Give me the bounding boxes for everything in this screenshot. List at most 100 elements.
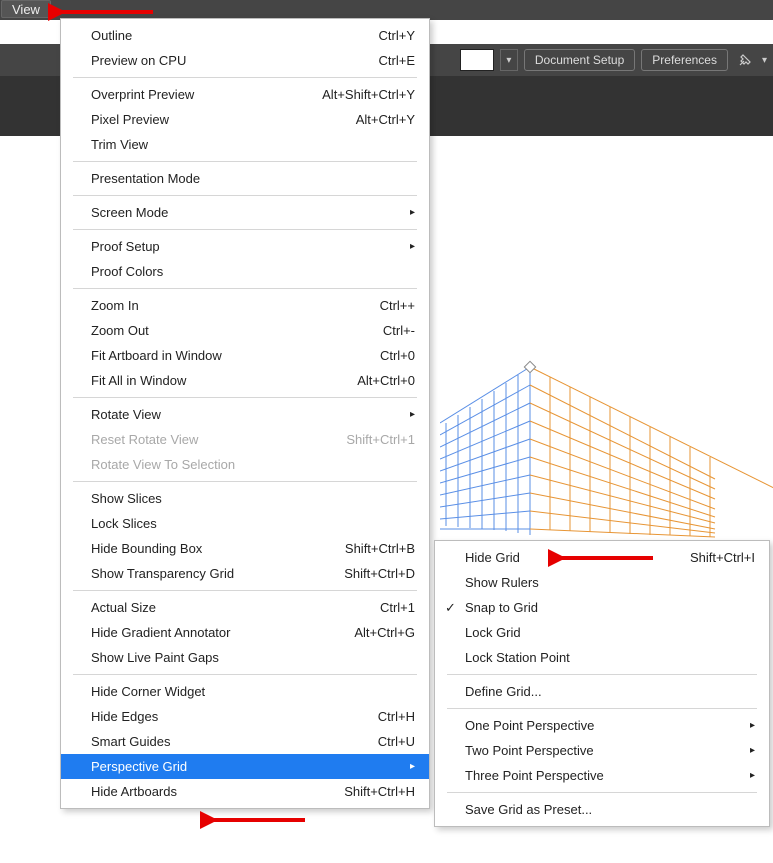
menu-item-label: Show Rulers — [465, 575, 755, 590]
menu-item-label: Fit All in Window — [91, 373, 337, 388]
menu-item-fit-artboard[interactable]: Fit Artboard in WindowCtrl+0 — [61, 343, 429, 368]
menu-item-label: Proof Setup — [91, 239, 402, 254]
chevron-down-icon: ▾ — [762, 55, 767, 66]
menu-item-rotate-selection: Rotate View To Selection — [61, 452, 429, 477]
menu-item-zoom-in[interactable]: Zoom InCtrl++ — [61, 293, 429, 318]
document-setup-button[interactable]: Document Setup — [524, 49, 635, 71]
menu-item-label: Presentation Mode — [91, 171, 415, 186]
fill-swatch[interactable] — [460, 49, 494, 71]
menu-item-perspective-grid[interactable]: Perspective Grid▸ — [61, 754, 429, 779]
menu-item-one-point[interactable]: One Point Perspective ▸ — [435, 713, 769, 738]
shortcut: Shift+Ctrl+D — [344, 566, 415, 581]
menu-item-hide-bbox[interactable]: Hide Bounding BoxShift+Ctrl+B — [61, 536, 429, 561]
menubar: View — [0, 0, 773, 20]
submenu-arrow-icon: ▸ — [410, 241, 415, 252]
shortcut: Alt+Ctrl+0 — [357, 373, 415, 388]
menu-item-zoom-out[interactable]: Zoom OutCtrl+- — [61, 318, 429, 343]
pin-icon[interactable] — [734, 49, 756, 71]
shortcut: Shift+Ctrl+1 — [346, 432, 415, 447]
menu-item-label: Lock Slices — [91, 516, 415, 531]
submenu-arrow-icon: ▸ — [410, 207, 415, 218]
separator — [73, 481, 417, 482]
separator — [73, 590, 417, 591]
menu-item-lock-slices[interactable]: Lock Slices — [61, 511, 429, 536]
menu-item-show-slices[interactable]: Show Slices — [61, 486, 429, 511]
menu-item-show-live-paint[interactable]: Show Live Paint Gaps — [61, 645, 429, 670]
perspective-grid-submenu: Hide Grid Shift+Ctrl+I Show Rulers ✓ Snap … — [434, 540, 770, 827]
swatch-dropdown[interactable]: ▾ — [500, 49, 518, 71]
menu-item-show-rulers[interactable]: Show Rulers — [435, 570, 769, 595]
menu-item-label: Hide Artboards — [91, 784, 324, 799]
menu-item-label: Trim View — [91, 137, 415, 152]
menu-item-reset-rotate: Reset Rotate ViewShift+Ctrl+1 — [61, 427, 429, 452]
menu-item-proof-colors[interactable]: Proof Colors — [61, 259, 429, 284]
menu-item-label: Snap to Grid — [465, 600, 755, 615]
menu-item-define-grid[interactable]: Define Grid... — [435, 679, 769, 704]
menu-item-label: Perspective Grid — [91, 759, 402, 774]
menu-item-label: Hide Grid — [465, 550, 670, 565]
view-menu: Outline Ctrl+Y Preview on CPUCtrl+E Overp… — [60, 18, 430, 809]
check-icon: ✓ — [445, 600, 456, 616]
shortcut: Shift+Ctrl+I — [690, 550, 755, 565]
menu-item-label: Overprint Preview — [91, 87, 302, 102]
separator — [73, 674, 417, 675]
menu-item-label: Actual Size — [91, 600, 360, 615]
menu-item-pixel-preview[interactable]: Pixel PreviewAlt+Ctrl+Y — [61, 107, 429, 132]
menu-item-snap-grid[interactable]: ✓ Snap to Grid — [435, 595, 769, 620]
menu-item-label: Save Grid as Preset... — [465, 802, 755, 817]
menu-item-label: Lock Station Point — [465, 650, 755, 665]
separator — [73, 195, 417, 196]
menu-item-overprint[interactable]: Overprint PreviewAlt+Shift+Ctrl+Y — [61, 82, 429, 107]
menu-item-three-point[interactable]: Three Point Perspective▸ — [435, 763, 769, 788]
menu-item-hide-edges[interactable]: Hide Edges Ctrl+H — [61, 704, 429, 729]
menu-item-screen-mode[interactable]: Screen Mode ▸ — [61, 200, 429, 225]
submenu-arrow-icon: ▸ — [750, 720, 755, 731]
menu-item-smart-guides[interactable]: Smart GuidesCtrl+U — [61, 729, 429, 754]
menu-item-hide-corner[interactable]: Hide Corner Widget — [61, 679, 429, 704]
menu-item-hide-grid[interactable]: Hide Grid Shift+Ctrl+I — [435, 545, 769, 570]
menu-item-label: Hide Edges — [91, 709, 358, 724]
menu-item-hide-gradient[interactable]: Hide Gradient AnnotatorAlt+Ctrl+G — [61, 620, 429, 645]
separator — [73, 77, 417, 78]
shortcut: Ctrl+1 — [380, 600, 415, 615]
menu-item-label: Show Slices — [91, 491, 415, 506]
menu-item-label: Outline — [91, 28, 359, 43]
menu-item-trim-view[interactable]: Trim View — [61, 132, 429, 157]
menu-item-label: Hide Corner Widget — [91, 684, 415, 699]
menu-item-proof-setup[interactable]: Proof Setup ▸ — [61, 234, 429, 259]
submenu-arrow-icon: ▸ — [750, 770, 755, 781]
submenu-arrow-icon: ▸ — [750, 745, 755, 756]
shortcut: Ctrl+- — [383, 323, 415, 338]
menu-item-label: Lock Grid — [465, 625, 755, 640]
menu-item-lock-station[interactable]: Lock Station Point — [435, 645, 769, 670]
menu-item-actual-size[interactable]: Actual Size Ctrl+1 — [61, 595, 429, 620]
submenu-arrow-icon: ▸ — [410, 409, 415, 420]
separator — [73, 161, 417, 162]
menu-item-presentation[interactable]: Presentation Mode — [61, 166, 429, 191]
menu-item-fit-all[interactable]: Fit All in Window Alt+Ctrl+0 — [61, 368, 429, 393]
menu-item-label: One Point Perspective — [465, 718, 742, 733]
menu-item-outline[interactable]: Outline Ctrl+Y — [61, 23, 429, 48]
menu-item-label: Pixel Preview — [91, 112, 336, 127]
separator — [73, 397, 417, 398]
menu-item-save-preset[interactable]: Save Grid as Preset... — [435, 797, 769, 822]
menu-item-label: Rotate View To Selection — [91, 457, 415, 472]
menu-item-rotate-view[interactable]: Rotate View▸ — [61, 402, 429, 427]
menu-item-label: Preview on CPU — [91, 53, 359, 68]
menu-item-two-point[interactable]: Two Point Perspective▸ — [435, 738, 769, 763]
menu-item-preview-cpu[interactable]: Preview on CPUCtrl+E — [61, 48, 429, 73]
menu-item-show-transparency[interactable]: Show Transparency GridShift+Ctrl+D — [61, 561, 429, 586]
menu-item-label: Hide Gradient Annotator — [91, 625, 334, 640]
menu-item-lock-grid[interactable]: Lock Grid — [435, 620, 769, 645]
preferences-button[interactable]: Preferences — [641, 49, 728, 71]
shortcut: Ctrl+U — [378, 734, 415, 749]
menu-item-label: Screen Mode — [91, 205, 402, 220]
shortcut: Ctrl+H — [378, 709, 415, 724]
separator — [447, 674, 757, 675]
view-menu-button[interactable]: View — [1, 0, 51, 18]
menu-item-hide-artboards[interactable]: Hide ArtboardsShift+Ctrl+H — [61, 779, 429, 804]
shortcut: Ctrl+0 — [380, 348, 415, 363]
menu-item-label: Show Live Paint Gaps — [91, 650, 415, 665]
shortcut: Ctrl+Y — [379, 28, 415, 43]
menu-item-label: Hide Bounding Box — [91, 541, 325, 556]
